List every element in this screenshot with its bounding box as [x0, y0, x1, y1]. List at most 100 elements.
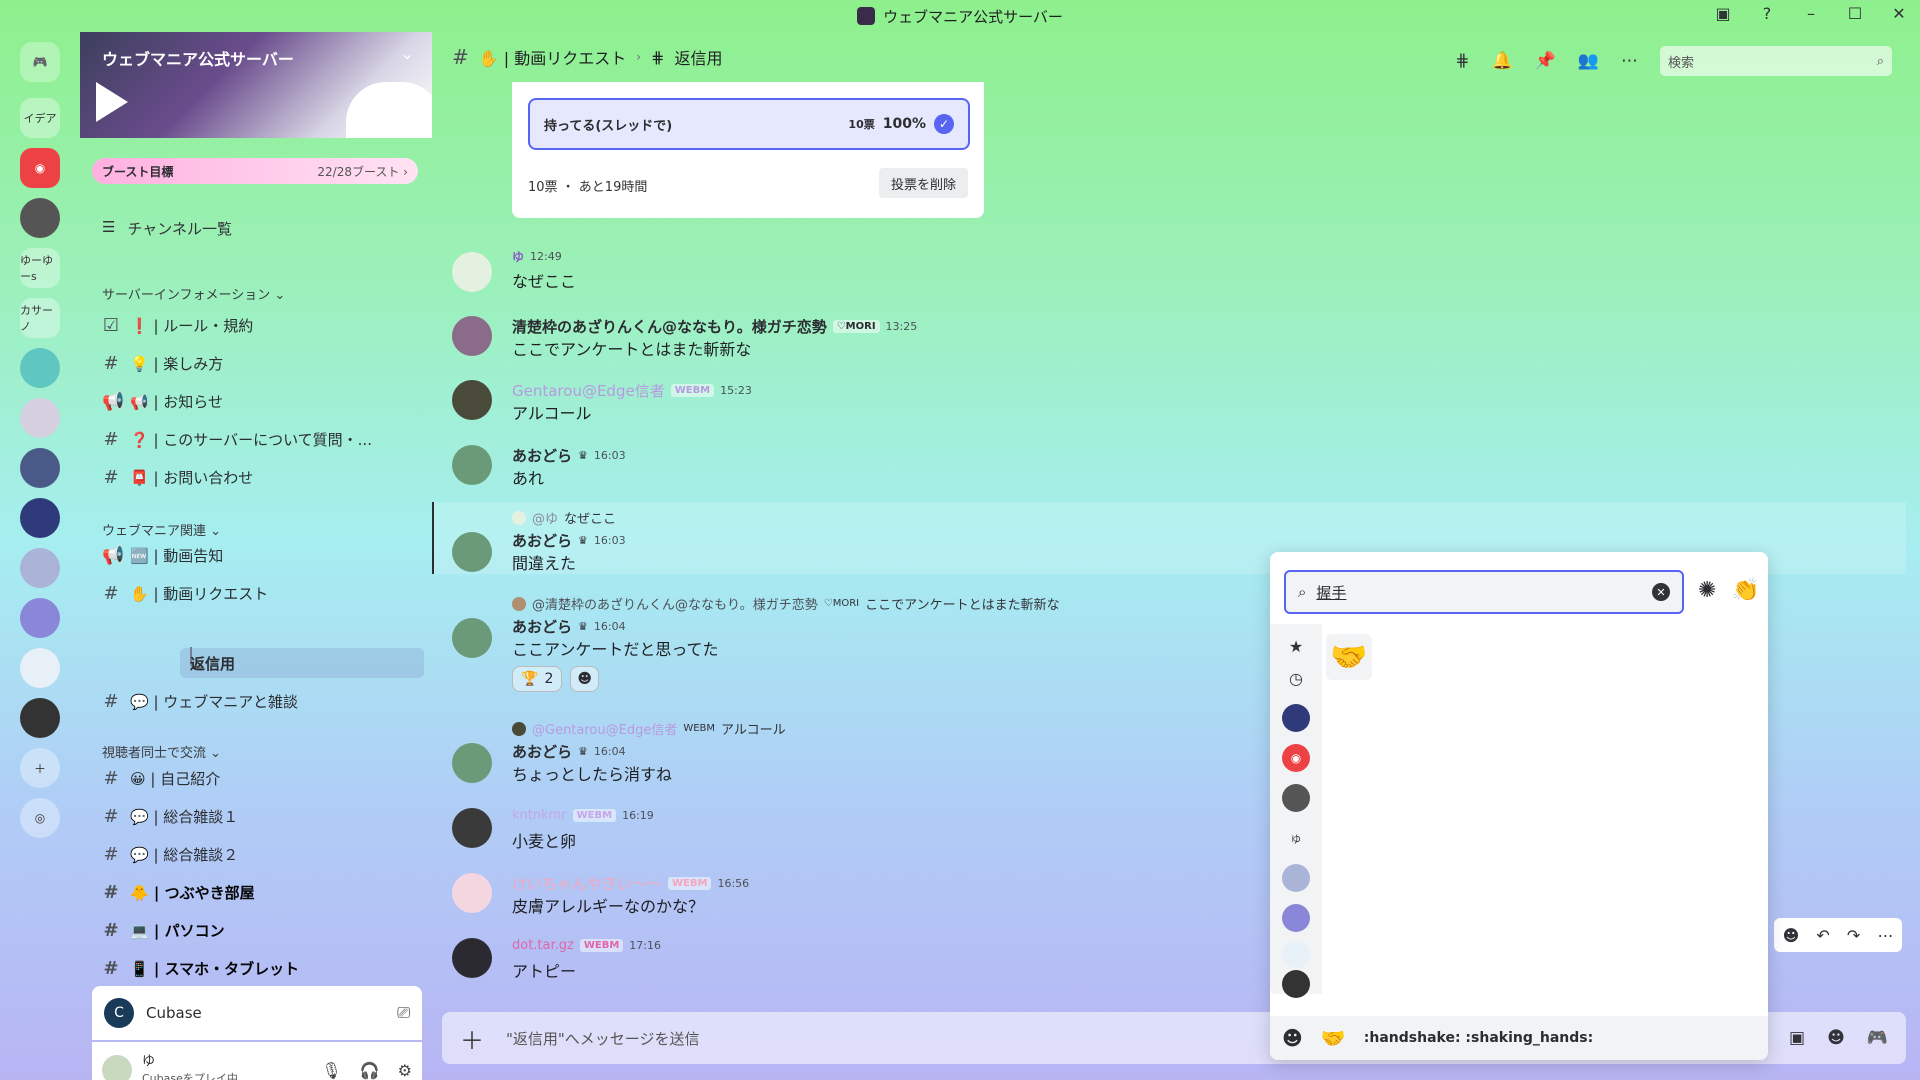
avatar[interactable] — [102, 1055, 132, 1080]
chevron-down-icon[interactable]: ⌄ — [401, 44, 414, 63]
channel-browser-link[interactable]: ☰ チャンネル一覧 — [102, 218, 232, 239]
threads-icon[interactable]: ⋕ — [1455, 51, 1469, 71]
reply-reference[interactable]: @Gentarou@Edge信者 WEBM アルコール — [512, 719, 786, 738]
channel-rules[interactable]: ☑ ❗ | ルール・規約 — [102, 310, 422, 340]
author-name[interactable]: あおどら — [512, 530, 572, 551]
server-kasano[interactable]: カサーノ — [20, 298, 60, 338]
channel-chat-1[interactable]: # 💬 | 総合雑談１ — [102, 801, 422, 831]
category-server-info[interactable]: サーバーインフォメーション ⌄ — [102, 284, 285, 303]
server-avatar[interactable] — [20, 198, 60, 238]
server-emoji-icon[interactable] — [1282, 784, 1310, 812]
author-name[interactable]: Gentarou@Edge信者 — [512, 380, 665, 401]
reaction[interactable]: 🏆 2 — [512, 666, 563, 692]
server-avatar[interactable] — [20, 598, 60, 638]
minimize-icon[interactable]: – — [1800, 4, 1822, 23]
emoji-icon[interactable]: ☻ — [1827, 1028, 1845, 1048]
avatar[interactable] — [452, 938, 492, 978]
server-emoji-icon[interactable] — [1282, 704, 1310, 732]
activity-game-icon[interactable]: 🎮 — [1867, 1028, 1888, 1048]
server-avatar[interactable] — [20, 348, 60, 388]
channel-video-request[interactable]: # ✋ | 動画リクエスト — [102, 578, 422, 608]
clock-icon[interactable]: ◷ — [1282, 664, 1310, 692]
channel-name[interactable]: ✋ | 動画リクエスト — [479, 45, 627, 69]
server-idea[interactable]: イデア — [20, 98, 60, 138]
add-reaction-button[interactable]: ☻ — [570, 666, 599, 692]
clear-search-icon[interactable]: ✕ — [1652, 583, 1670, 601]
server-emoji-icon[interactable]: ゆ — [1282, 824, 1310, 852]
maximize-icon[interactable]: ☐ — [1844, 4, 1866, 23]
avatar[interactable] — [452, 316, 492, 356]
channel-intro[interactable]: # 😀 | 自己紹介 — [102, 763, 422, 793]
gear-icon[interactable]: ⚙ — [398, 1061, 412, 1080]
server-emoji-icon[interactable] — [1282, 940, 1310, 968]
microphone-icon[interactable]: 🎙 — [321, 1061, 341, 1080]
reply-reference[interactable]: @ゆ なぜここ — [512, 508, 616, 527]
discord-emoji-icon[interactable]: ◉ — [1282, 744, 1310, 772]
star-icon[interactable]: ★ — [1282, 632, 1310, 660]
server-avatar[interactable] — [20, 648, 60, 688]
channel-contact[interactable]: # 📮 | お問い合わせ — [102, 462, 422, 492]
category-viewers[interactable]: 視聴者同士で交流 ⌄ — [102, 742, 221, 761]
more-icon[interactable]: ⋯ — [1877, 926, 1893, 945]
close-icon[interactable]: ✕ — [1888, 4, 1910, 23]
activity-panel[interactable]: C Cubase ⎚ — [92, 986, 422, 1040]
server-avatar-selected[interactable] — [20, 498, 60, 538]
thread-reply[interactable]: 返信用 — [180, 648, 424, 678]
channel-how-to[interactable]: # 💡 | 楽しみ方 — [102, 348, 422, 378]
forward-icon[interactable]: ↷ — [1847, 926, 1860, 945]
author-name[interactable]: ゆ — [512, 248, 524, 265]
server-emoji-icon[interactable] — [1282, 970, 1310, 998]
author-name[interactable]: あおどら — [512, 445, 572, 466]
reply-icon[interactable]: ↶ — [1816, 926, 1829, 945]
bell-icon[interactable]: 🔔 — [1491, 51, 1512, 71]
channel-announcements[interactable]: 📢 📢 | お知らせ — [102, 386, 422, 416]
avatar[interactable] — [452, 808, 492, 848]
nitro-emoji-icon[interactable]: ✺ — [1698, 578, 1716, 603]
sticker-icon[interactable]: ▣ — [1789, 1028, 1805, 1048]
channel-chat-2[interactable]: # 💬 | 総合雑談２ — [102, 839, 422, 869]
add-server-icon[interactable]: ＋ — [20, 748, 60, 788]
inbox-icon[interactable]: ▣ — [1712, 4, 1734, 23]
more-icon[interactable]: ⋯ — [1621, 51, 1638, 71]
channel-smartphone[interactable]: # 📱 | スマホ・タブレット — [102, 953, 422, 983]
channel-video-notice[interactable]: 📢 🆕 | 動画告知 — [102, 540, 422, 570]
discord-home-icon[interactable]: 🎮 — [20, 42, 60, 82]
help-icon[interactable]: ? — [1756, 4, 1778, 23]
server-avatar[interactable] — [20, 448, 60, 488]
members-icon[interactable]: 👥 — [1578, 51, 1599, 71]
screen-share-icon[interactable]: ⎚ — [397, 1003, 410, 1023]
avatar[interactable] — [452, 252, 492, 292]
server-emoji-icon[interactable] — [1282, 864, 1310, 892]
headphones-icon[interactable]: 🎧 — [360, 1061, 380, 1080]
avatar[interactable] — [452, 743, 492, 783]
attach-plus-icon[interactable]: ＋ — [460, 1021, 484, 1056]
remove-vote-button[interactable]: 投票を削除 — [878, 168, 968, 198]
emoji-search-input[interactable]: ⌕ 握手 ✕ — [1284, 570, 1684, 614]
avatar[interactable] — [452, 873, 492, 913]
server-header[interactable]: ウェブマニア公式サーバー ⌄ — [80, 32, 432, 138]
pin-icon[interactable]: 📌 — [1535, 51, 1556, 71]
discord-server-icon[interactable]: ◉ — [20, 148, 60, 188]
emoji-result[interactable]: 🤝 — [1326, 634, 1372, 680]
category-webmania[interactable]: ウェブマニア関連 ⌄ — [102, 520, 221, 539]
server-avatar[interactable] — [20, 698, 60, 738]
server-emoji-icon[interactable] — [1282, 904, 1310, 932]
discover-icon[interactable]: ◎ — [20, 798, 60, 838]
server-avatar[interactable] — [20, 398, 60, 438]
skin-tone-icon[interactable]: 👏 — [1732, 578, 1759, 603]
author-name[interactable]: けいちゃんやきい〜〜 — [512, 873, 662, 894]
avatar[interactable] — [452, 445, 492, 485]
author-name[interactable]: あおどら — [512, 616, 572, 637]
poll-option[interactable]: 持ってる(スレッドで) 10票 100% ✓ — [528, 98, 970, 150]
channel-tweets[interactable]: # 🐥 | つぶやき部屋 — [102, 877, 422, 907]
author-name[interactable]: kntnkmr — [512, 808, 567, 823]
channel-questions[interactable]: # ❓ | このサーバーについて質問・... — [102, 424, 422, 454]
add-reaction-icon[interactable]: ☻ — [1783, 926, 1800, 945]
server-yuyus[interactable]: ゆーゆーs — [20, 248, 60, 288]
author-name[interactable]: dot.tar.gz — [512, 938, 574, 953]
avatar[interactable] — [452, 380, 492, 420]
author-name[interactable]: あおどら — [512, 741, 572, 762]
author-name[interactable]: 清楚枠のあざりんくん@ななもり。様ガチ恋勢 — [512, 316, 827, 337]
channel-webmania-chat[interactable]: # 💬 | ウェブマニアと雑談 — [102, 686, 422, 716]
avatar[interactable] — [452, 618, 492, 658]
